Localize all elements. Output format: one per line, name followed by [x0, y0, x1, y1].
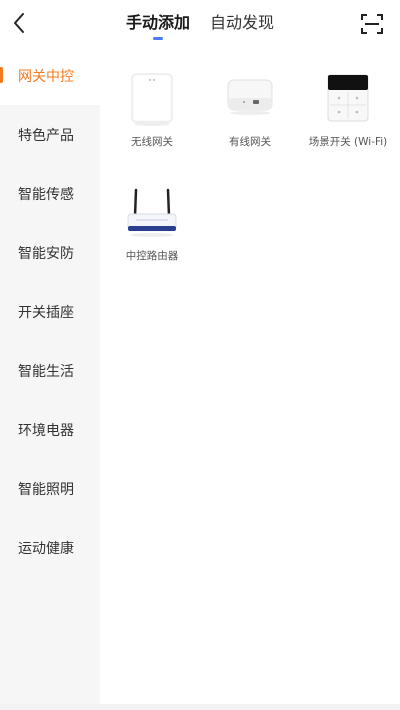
wireless-gateway-icon — [129, 72, 175, 128]
sidebar-item-switches-sockets[interactable]: 开关插座 — [0, 282, 100, 341]
wired-gateway-icon — [220, 72, 280, 128]
product-label: 中控路由器 — [125, 250, 179, 262]
sidebar-item-sensors[interactable]: 智能传感 — [0, 164, 100, 223]
sidebar-item-label: 智能传感 — [18, 186, 74, 203]
product-wireless-gateway[interactable]: 无线网关 — [102, 72, 202, 149]
product-label: 有线网关 — [229, 136, 271, 148]
product-scene-switch[interactable]: 场景开关 (Wi-Fi) — [298, 72, 398, 149]
sidebar-item-label: 特色产品 — [18, 127, 74, 144]
sidebar-item-smart-life[interactable]: 智能生活 — [0, 341, 100, 400]
chevron-left-icon — [14, 13, 24, 33]
back-button[interactable] — [6, 9, 32, 37]
product-router[interactable]: 中控路由器 — [102, 186, 202, 263]
active-tab-indicator — [153, 37, 163, 40]
product-wired-gateway[interactable]: 有线网关 — [200, 72, 300, 149]
scan-icon — [361, 14, 383, 34]
sidebar-item-label: 环境电器 — [18, 422, 74, 439]
header: 手动添加 自动发现 — [0, 0, 400, 46]
category-sidebar: 网关中控 特色产品 智能传感 智能安防 开关插座 智能生活 环境电器 智能照明 … — [0, 46, 100, 710]
bottom-divider — [0, 704, 400, 710]
sidebar-item-security[interactable]: 智能安防 — [0, 223, 100, 282]
sidebar-item-label: 运动健康 — [18, 540, 74, 557]
scan-button[interactable] — [360, 12, 384, 36]
product-grid: 无线网关 有线网关 场景开关 (Wi-Fi) 中控路由器 — [100, 46, 400, 710]
sidebar-item-gateway[interactable]: 网关中控 — [0, 46, 100, 105]
sidebar-item-label: 智能生活 — [18, 363, 74, 380]
sidebar-item-label: 网关中控 — [18, 68, 74, 85]
tab-manual-add[interactable]: 手动添加 — [126, 13, 190, 33]
active-marker — [0, 67, 3, 83]
tab-auto-discover[interactable]: 自动发现 — [210, 13, 274, 33]
sidebar-item-label: 智能安防 — [18, 245, 74, 262]
product-label: 无线网关 — [131, 136, 173, 148]
sidebar-item-sports-health[interactable]: 运动健康 — [0, 518, 100, 577]
sidebar-item-environment-appliances[interactable]: 环境电器 — [0, 400, 100, 459]
scene-switch-icon — [325, 72, 371, 128]
sidebar-item-label: 开关插座 — [18, 304, 74, 321]
router-icon — [124, 186, 180, 242]
sidebar-item-featured[interactable]: 特色产品 — [0, 105, 100, 164]
sidebar-item-lighting[interactable]: 智能照明 — [0, 459, 100, 518]
sidebar-item-label: 智能照明 — [18, 481, 74, 498]
product-label: 场景开关 (Wi-Fi) — [308, 136, 388, 148]
